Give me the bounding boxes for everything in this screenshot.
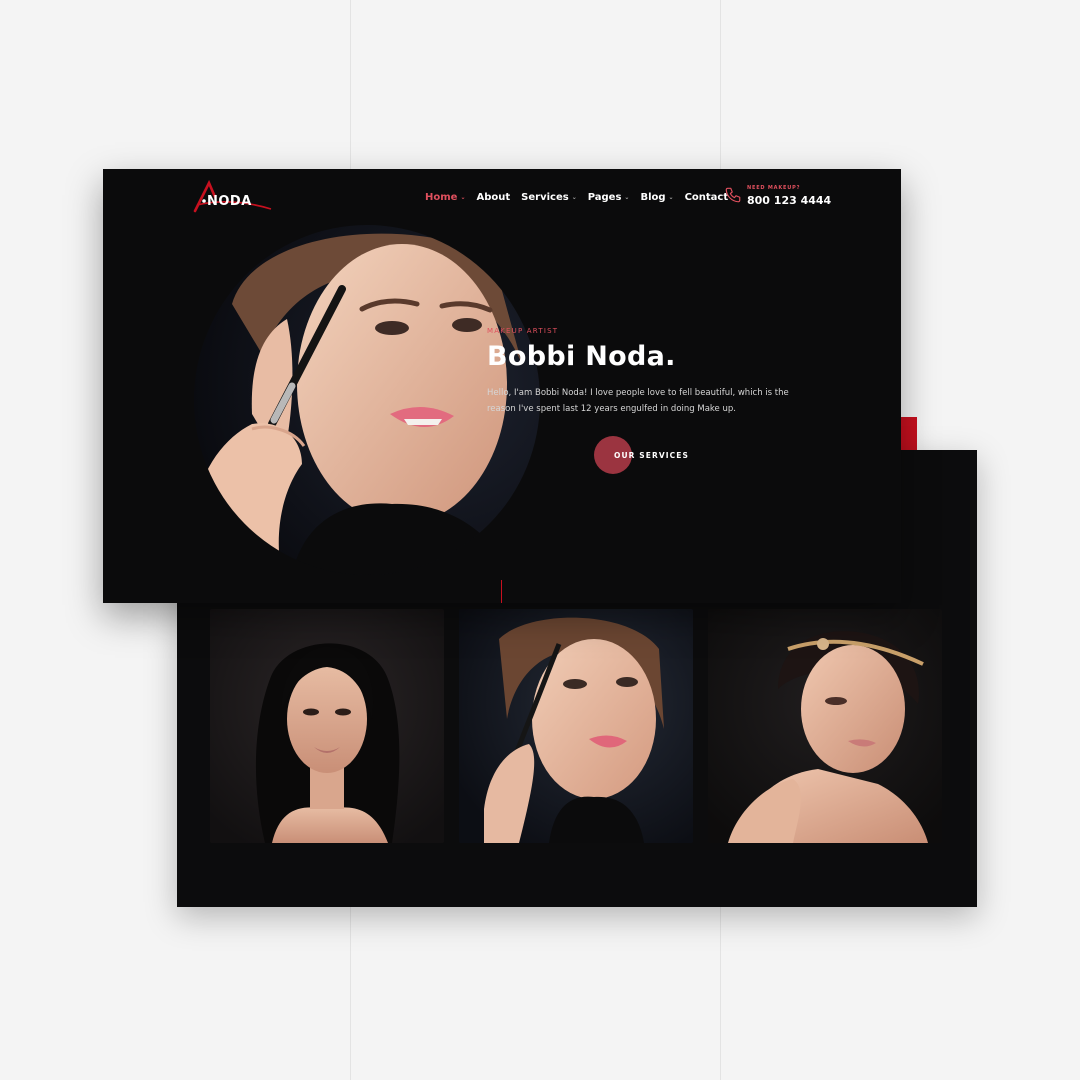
- chevron-down-icon: ⌄: [668, 193, 674, 201]
- gallery-item[interactable]: [210, 609, 444, 843]
- hero-description: Hello, I'am Bobbi Noda! I love people lo…: [487, 388, 789, 414]
- gallery-item[interactable]: [459, 609, 693, 843]
- portrait-mascara-image: [459, 609, 693, 843]
- logo-text: NODA: [207, 194, 252, 209]
- button-label: OUR SERVICES: [614, 451, 689, 460]
- main-nav: Home ⌄ About Services ⌄ Pages ⌄ Blog ⌄ C…: [425, 190, 728, 204]
- contact-phone[interactable]: 800 123 4444: [747, 194, 831, 207]
- hero-title: Bobbi Noda.: [487, 341, 676, 372]
- hero-eyebrow: MAKEUP ARTIST: [487, 327, 559, 335]
- nav-item-about[interactable]: About: [476, 192, 510, 203]
- chevron-down-icon: ⌄: [460, 193, 466, 201]
- gallery-item[interactable]: [708, 609, 942, 843]
- nav-item-contact[interactable]: Contact: [685, 192, 729, 203]
- portrait-headpiece-image: [708, 609, 942, 843]
- nav-item-blog[interactable]: Blog ⌄: [640, 192, 673, 203]
- nav-item-services[interactable]: Services ⌄: [521, 192, 577, 203]
- nav-item-label: Blog: [640, 191, 666, 203]
- hero-card: NODA Home ⌄ About Services ⌄ Pages ⌄ Blo…: [103, 169, 901, 603]
- nav-item-label: Contact: [684, 191, 729, 203]
- nav-item-label: About: [476, 191, 511, 203]
- chevron-down-icon: ⌄: [624, 193, 630, 201]
- our-services-button[interactable]: OUR SERVICES: [594, 436, 694, 474]
- chevron-down-icon: ⌄: [571, 193, 577, 201]
- nav-item-label: Pages: [587, 191, 622, 203]
- nav-item-label: Home: [425, 191, 458, 203]
- phone-icon[interactable]: [724, 186, 742, 204]
- mockup-stage: NODA Home ⌄ About Services ⌄ Pages ⌄ Blo…: [0, 0, 1080, 1080]
- contact-label: NEED MAKEUP?: [747, 185, 801, 191]
- scroll-indicator: [501, 580, 502, 603]
- nav-item-home[interactable]: Home ⌄: [425, 192, 465, 203]
- nav-item-label: Services: [521, 191, 569, 203]
- portrait-dark-hair-image: [210, 609, 444, 843]
- nav-item-pages[interactable]: Pages ⌄: [588, 192, 630, 203]
